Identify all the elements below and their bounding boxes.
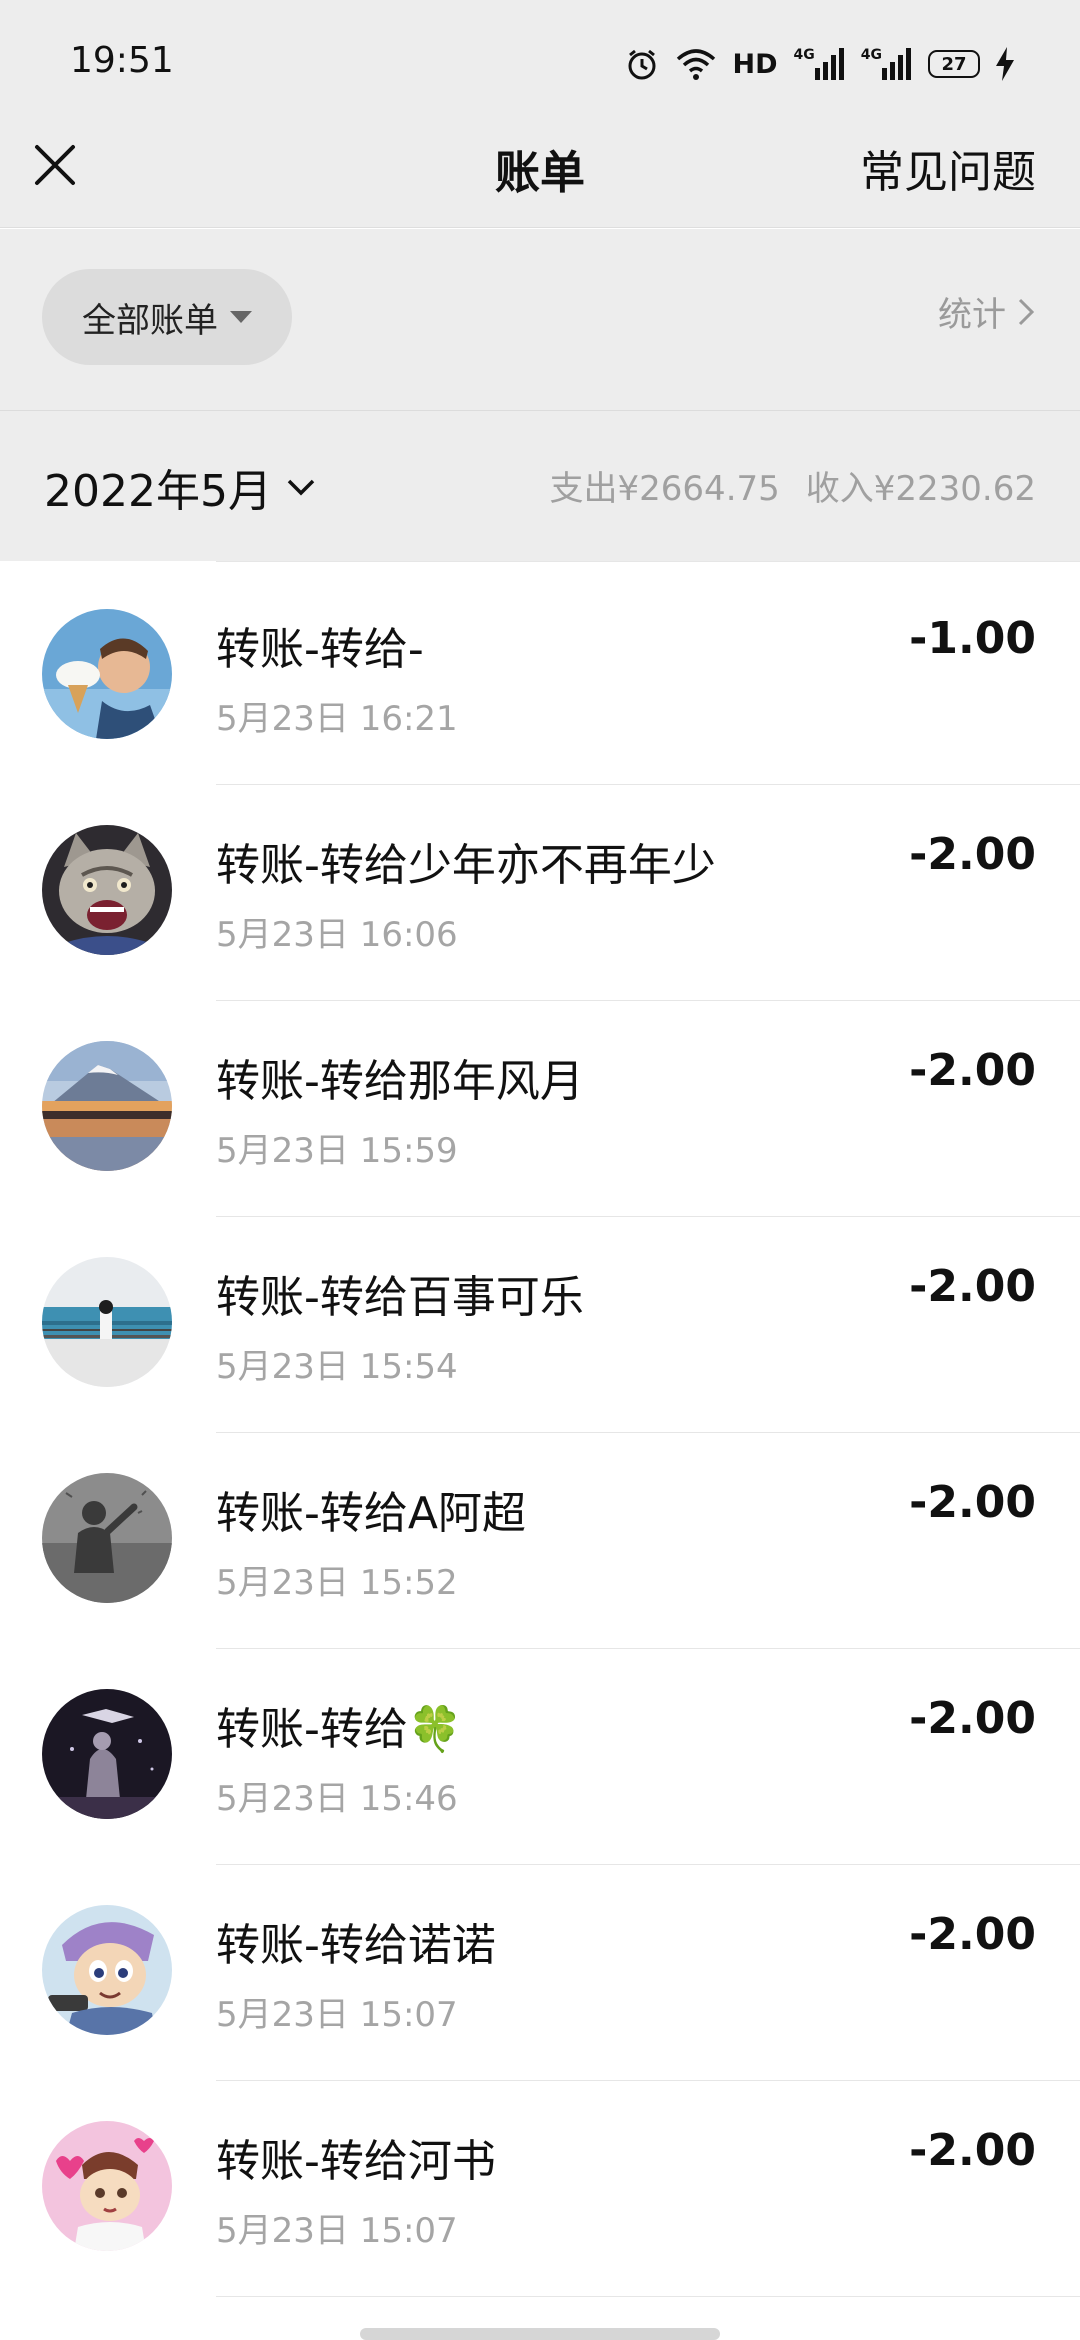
transaction-list: 转账-转给- 5月23日 16:21 -1.00 转账-转给少年亦不再年少 5月 xyxy=(0,561,1080,2297)
all-bills-filter-label: 全部账单 xyxy=(82,300,218,341)
transaction-title: 转账-转给少年亦不再年少 xyxy=(216,840,716,891)
transaction-title: 转账-转给百事可乐 xyxy=(216,1272,584,1323)
close-icon[interactable] xyxy=(30,140,80,190)
anime-boy-avatar xyxy=(42,1905,172,2035)
transaction-time: 5月23日 15:59 xyxy=(216,1131,458,1171)
transaction-title: 转账-转给那年风月 xyxy=(216,1056,584,1107)
grayscale-person-avatar xyxy=(42,1473,172,1603)
kid-ice-cream-avatar xyxy=(42,609,172,739)
seaside-girl-avatar xyxy=(42,1257,172,1387)
chevron-right-icon xyxy=(1018,298,1034,325)
nav-bar: 账单 常见问题 xyxy=(0,128,1080,228)
transaction-title: 转账-转给河书 xyxy=(216,2136,496,2187)
status-icons: HD 4G 4G 27 xyxy=(625,44,1014,84)
transaction-row[interactable]: 转账-转给- 5月23日 16:21 -1.00 xyxy=(0,569,1080,785)
transaction-amount: -2.00 xyxy=(909,1045,1036,1096)
transaction-time: 5月23日 16:06 xyxy=(216,915,458,955)
month-summary: 支出¥2664.75 收入¥2230.62 xyxy=(550,461,1036,510)
transaction-time: 5月23日 15:54 xyxy=(216,1347,458,1387)
transaction-amount: -2.00 xyxy=(909,1477,1036,1528)
status-bar: 19:51 HD 4G 4G 27 xyxy=(0,0,1080,128)
stats-link[interactable]: 统计 xyxy=(938,287,1034,336)
filter-bar: 全部账单 统计 xyxy=(0,229,1080,411)
transaction-time: 5月23日 16:21 xyxy=(216,699,458,739)
signal-icon-1: 4G xyxy=(794,48,845,80)
transaction-row[interactable]: 转账-转给A阿超 5月23日 15:52 -2.00 xyxy=(0,1433,1080,1649)
transaction-amount: -2.00 xyxy=(909,1909,1036,1960)
dark-night-avatar xyxy=(42,1689,172,1819)
cat-avatar xyxy=(42,825,172,955)
transaction-amount: -2.00 xyxy=(909,1693,1036,1744)
transaction-row[interactable]: 转账-转给🍀 5月23日 15:46 -2.00 xyxy=(0,1649,1080,1865)
transaction-title: 转账-转给- xyxy=(216,624,424,675)
month-expense: 支出¥2664.75 xyxy=(549,469,780,509)
home-indicator[interactable] xyxy=(360,2328,720,2340)
transaction-title: 转账-转给🍀 xyxy=(216,1704,463,1755)
month-picker[interactable]: 2022年5月 xyxy=(44,455,316,519)
month-income: 收入¥2230.62 xyxy=(805,469,1036,509)
stats-label: 统计 xyxy=(938,295,1006,335)
hd-label: HD xyxy=(732,48,778,80)
mountain-lake-avatar xyxy=(42,1041,172,1171)
all-bills-filter-button[interactable]: 全部账单 xyxy=(42,269,292,365)
month-bar: 2022年5月 支出¥2664.75 收入¥2230.62 xyxy=(0,411,1080,561)
faq-link[interactable]: 常见问题 xyxy=(860,136,1036,200)
status-time: 19:51 xyxy=(70,40,174,81)
wifi-icon xyxy=(676,49,715,80)
chevron-down-icon xyxy=(287,479,315,496)
battery-icon: 27 xyxy=(928,50,980,78)
transaction-amount: -2.00 xyxy=(909,1261,1036,1312)
transaction-time: 5月23日 15:46 xyxy=(216,1779,458,1819)
transaction-row[interactable]: 转账-转给少年亦不再年少 5月23日 16:06 -2.00 xyxy=(0,785,1080,1001)
divider xyxy=(216,2296,1080,2297)
transaction-row[interactable]: 转账-转给河书 5月23日 15:07 -2.00 xyxy=(0,2081,1080,2297)
charging-icon xyxy=(996,47,1014,81)
transaction-title: 转账-转给诺诺 xyxy=(216,1920,496,1971)
transaction-row[interactable]: 转账-转给那年风月 5月23日 15:59 -2.00 xyxy=(0,1001,1080,1217)
transaction-row[interactable]: 转账-转给诺诺 5月23日 15:07 -2.00 xyxy=(0,1865,1080,2081)
divider xyxy=(216,561,1080,569)
alarm-icon xyxy=(628,49,656,80)
caret-down-icon xyxy=(230,311,252,323)
transaction-amount: -2.00 xyxy=(909,2125,1036,2176)
transaction-time: 5月23日 15:07 xyxy=(216,1995,458,2035)
transaction-row[interactable]: 转账-转给百事可乐 5月23日 15:54 -2.00 xyxy=(0,1217,1080,1433)
transaction-title: 转账-转给A阿超 xyxy=(216,1488,526,1539)
transaction-amount: -2.00 xyxy=(909,829,1036,880)
pink-cartoon-avatar xyxy=(42,2121,172,2251)
transaction-amount: -1.00 xyxy=(909,613,1036,664)
transaction-time: 5月23日 15:07 xyxy=(216,2211,458,2251)
transaction-time: 5月23日 15:52 xyxy=(216,1563,458,1603)
month-label: 2022年5月 xyxy=(44,466,272,517)
signal-icon-2: 4G xyxy=(861,48,912,80)
